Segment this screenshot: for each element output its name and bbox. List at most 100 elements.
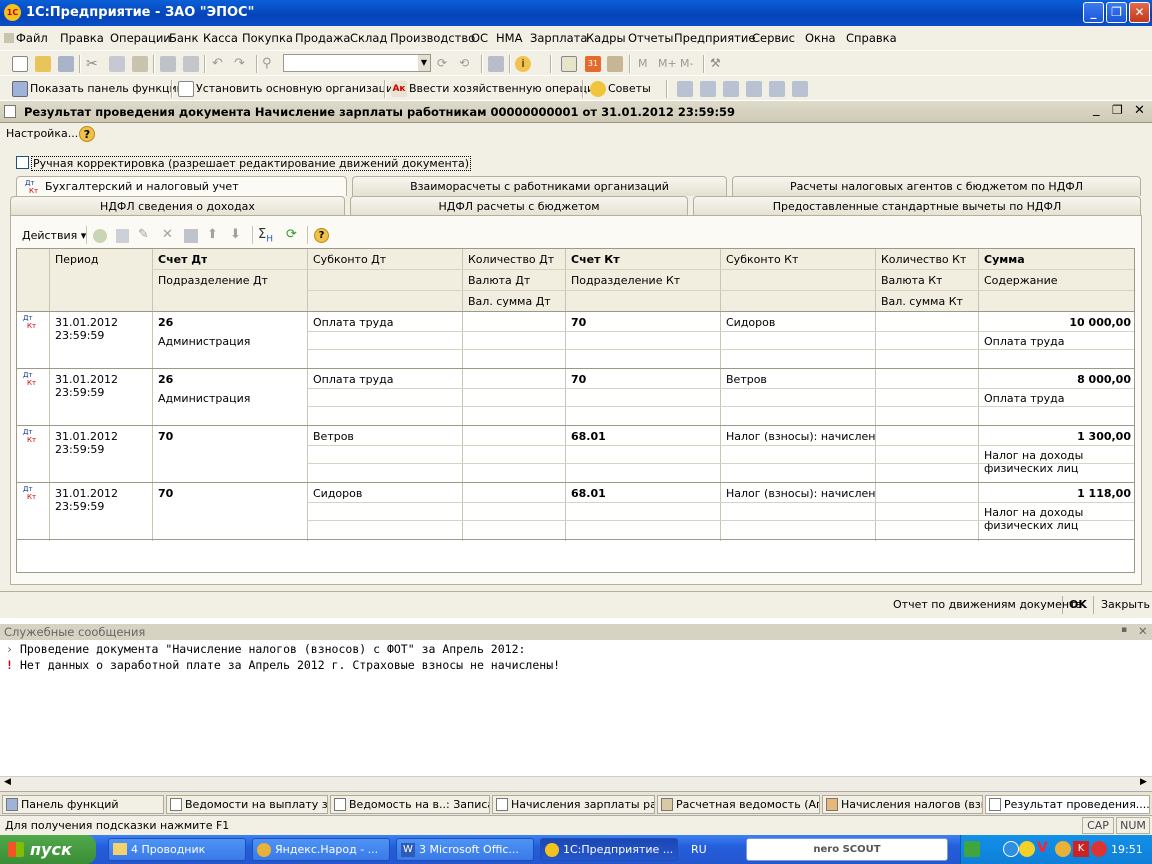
open-icon[interactable]: [35, 56, 51, 72]
close-button[interactable]: ✕: [1129, 2, 1150, 23]
tray-arrow-icon[interactable]: [964, 841, 980, 857]
tray-chrome-icon[interactable]: [1055, 841, 1071, 857]
calendar-icon[interactable]: 31: [585, 56, 601, 72]
menu-cash[interactable]: Касса: [203, 31, 238, 45]
delete-icon[interactable]: ✕: [162, 227, 173, 242]
tips-button[interactable]: Советы: [608, 82, 651, 95]
ok-button[interactable]: OK: [1069, 598, 1087, 611]
table-row[interactable]: Дт Кт 31.01.2012 23:59:59 70 Ветров 68.01…: [17, 426, 1134, 483]
menu-file[interactable]: Файл: [16, 31, 48, 45]
copy-icon[interactable]: [109, 56, 125, 72]
find-next-icon[interactable]: ⟳: [437, 56, 453, 72]
manual-correction-checkbox[interactable]: [16, 156, 29, 169]
taskbar-browser[interactable]: Яндекс.Народ - ...: [252, 838, 390, 861]
menu-bank[interactable]: Банк: [169, 31, 198, 45]
tab-std-deductions[interactable]: Предоставленные стандартные вычеты по НД…: [693, 196, 1141, 216]
tools-icon[interactable]: ⚒: [710, 56, 726, 72]
menu-warehouse[interactable]: Склад: [350, 31, 387, 45]
nero-scout-search[interactable]: nero SCOUT: [746, 838, 948, 861]
col-kt-dept[interactable]: Подразделение Кт: [571, 274, 680, 287]
actions-menu[interactable]: Действия ▾: [22, 229, 86, 242]
sum-icon[interactable]: ΣH: [258, 227, 273, 245]
report-icon-4[interactable]: [746, 81, 762, 97]
start-button[interactable]: пуск: [0, 835, 96, 864]
users-icon[interactable]: [607, 56, 623, 72]
copy-row-icon[interactable]: [116, 229, 129, 243]
calculator-icon[interactable]: [561, 56, 577, 72]
scroll-right-icon[interactable]: ▶: [1140, 777, 1147, 787]
col-cur-sum-dt[interactable]: Вал. сумма Дт: [468, 295, 551, 308]
col-sum[interactable]: Сумма: [984, 253, 1025, 266]
enter-operation-button[interactable]: Ввести хозяйственную операцию: [409, 82, 603, 95]
col-content[interactable]: Содержание: [984, 274, 1058, 287]
col-subconto-kt[interactable]: Субконто Кт: [726, 253, 798, 266]
col-dt-dept[interactable]: Подразделение Дт: [158, 274, 268, 287]
doc-restore-button[interactable]: ❐: [1112, 103, 1123, 117]
window-tab-payroll-sheet[interactable]: Расчетная ведомость (Ап...: [657, 795, 820, 814]
save-row-icon[interactable]: [184, 229, 198, 243]
menu-production[interactable]: Производство: [390, 31, 475, 45]
menu-help[interactable]: Справка: [846, 31, 897, 45]
language-indicator[interactable]: RU: [691, 843, 707, 856]
show-functions-panel-button[interactable]: Показать панель функций: [30, 82, 184, 95]
find-icon[interactable]: ⚲: [262, 56, 278, 72]
menu-reports[interactable]: Отчеты: [628, 31, 673, 45]
messages-pin-icon[interactable]: ▪: [1121, 625, 1127, 635]
tab-employee-settlements[interactable]: Взаиморасчеты с работниками организаций: [352, 176, 727, 196]
print-icon[interactable]: [160, 56, 176, 72]
col-cur-dt[interactable]: Валюта Дт: [468, 274, 530, 287]
save-icon[interactable]: [58, 56, 74, 72]
menu-purchase[interactable]: Покупка: [242, 31, 293, 45]
col-qty-kt[interactable]: Количество Кт: [881, 253, 966, 266]
memory-m-icon[interactable]: M: [638, 57, 648, 70]
paste-icon[interactable]: [132, 56, 148, 72]
table-row[interactable]: Дт Кт 31.01.2012 23:59:59 26 Администраци…: [17, 369, 1134, 426]
memory-plus-icon[interactable]: M+: [658, 57, 677, 70]
table-row[interactable]: Дт Кт 31.01.2012 23:59:59 70 Сидоров 68.0…: [17, 483, 1134, 540]
windows-icon[interactable]: [488, 56, 504, 72]
close-doc-button[interactable]: Закрыть: [1101, 598, 1150, 611]
search-dropdown-icon[interactable]: ▼: [418, 55, 430, 71]
col-period[interactable]: Период: [55, 253, 99, 266]
tray-shield-icon[interactable]: [1091, 841, 1107, 857]
menu-salary[interactable]: Зарплата: [530, 31, 587, 45]
settings-link[interactable]: Настройка...: [6, 127, 78, 140]
tray-kaspersky-icon[interactable]: K: [1073, 841, 1089, 857]
menu-intangibles[interactable]: НМА: [496, 31, 522, 45]
report-icon-5[interactable]: [769, 81, 785, 97]
search-input[interactable]: [283, 54, 431, 72]
move-up-icon[interactable]: ⬆: [207, 227, 218, 242]
tab-tax-agents[interactable]: Расчеты налоговых агентов с бюджетом по …: [732, 176, 1141, 196]
menu-windows[interactable]: Окна: [805, 31, 836, 45]
report-icon-3[interactable]: [723, 81, 739, 97]
messages-panel[interactable]: › Проведение документа "Начисление налог…: [0, 640, 1152, 776]
set-main-organization-button[interactable]: Установить основную организацию: [196, 82, 403, 95]
manual-correction-label[interactable]: Ручная корректировка (разрешает редактир…: [31, 156, 472, 171]
col-cur-sum-kt[interactable]: Вал. сумма Кт: [881, 295, 963, 308]
messages-close-icon[interactable]: ✕: [1138, 624, 1148, 638]
tab-ndfl-income[interactable]: НДФЛ сведения о доходах: [10, 196, 345, 216]
taskbar-1c[interactable]: 1С:Предприятие ...: [540, 838, 678, 861]
messages-hscrollbar[interactable]: ◀ ▶: [0, 776, 1152, 791]
help-icon[interactable]: ?: [79, 126, 95, 142]
move-down-icon[interactable]: ⬇: [230, 227, 241, 242]
cut-icon[interactable]: ✂: [86, 56, 102, 72]
find-prev-icon[interactable]: ⟲: [459, 56, 475, 72]
taskbar-explorer[interactable]: 4 Проводник: [108, 838, 246, 861]
menu-operations[interactable]: Операции: [110, 31, 171, 45]
doc-minimize-button[interactable]: _: [1093, 102, 1100, 117]
menu-enterprise[interactable]: Предприятие: [674, 31, 755, 45]
movements-table[interactable]: Период Счет Дт Подразделение Дт Субконто…: [16, 248, 1135, 573]
menu-fixed-assets[interactable]: ОС: [471, 31, 488, 45]
tray-back-icon[interactable]: [1003, 841, 1019, 857]
menu-edit[interactable]: Правка: [60, 31, 104, 45]
menu-sales[interactable]: Продажа: [295, 31, 350, 45]
report-icon-1[interactable]: [677, 81, 693, 97]
tray-v-icon[interactable]: V: [1037, 840, 1048, 856]
edit-icon[interactable]: ✎: [138, 227, 149, 242]
report-icon-6[interactable]: [792, 81, 808, 97]
info-icon[interactable]: i: [515, 56, 531, 72]
add-icon[interactable]: [93, 229, 107, 243]
window-tab-functions-panel[interactable]: Панель функций: [2, 795, 164, 814]
col-dt-account[interactable]: Счет Дт: [158, 253, 207, 266]
